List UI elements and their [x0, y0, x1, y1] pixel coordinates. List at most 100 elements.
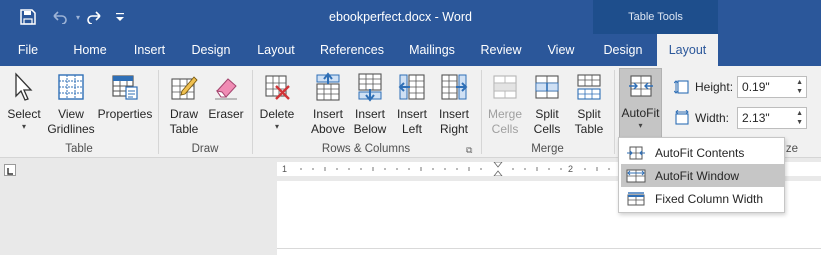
width-spinner-icon[interactable]: ▲ ▼ — [796, 109, 803, 127]
view-gridlines-button[interactable]: View Gridlines — [44, 70, 98, 140]
width-field[interactable]: 2.13" ▲ ▼ — [737, 107, 808, 129]
menu-item-autofit-contents[interactable]: AutoFit Contents — [621, 141, 784, 164]
fixed-column-width-icon — [625, 190, 647, 208]
tab-table-design[interactable]: Design — [597, 34, 649, 66]
chevron-down-icon: ▾ — [274, 122, 279, 131]
insert-right-label-2: Right — [439, 122, 468, 136]
height-value: 0.19" — [742, 80, 770, 94]
split-cells-label-1: Split — [535, 107, 559, 121]
eraser-label: Eraser — [208, 107, 244, 121]
split-table-button[interactable]: Split Table — [568, 70, 610, 140]
height-label: Height: — [695, 80, 734, 94]
draw-table-button[interactable]: Draw Table — [162, 70, 206, 140]
ruler-mark: 1 — [282, 164, 287, 174]
insert-left-icon — [395, 70, 429, 104]
chevron-down-icon: ▾ — [21, 122, 26, 131]
table-properties-icon — [108, 70, 142, 104]
split-cells-button[interactable]: Split Cells — [527, 70, 567, 140]
ruler-mark: 2 — [568, 164, 573, 174]
merge-cells-label-1: Merge — [487, 107, 522, 121]
tab-references[interactable]: References — [316, 34, 388, 66]
properties-label: Properties — [97, 107, 153, 121]
group-divider — [158, 70, 159, 154]
tab-review[interactable]: Review — [476, 34, 526, 66]
draw-group-label: Draw — [191, 143, 219, 155]
group-divider — [481, 70, 482, 154]
tab-view[interactable]: View — [538, 34, 584, 66]
insert-below-label-1: Insert — [354, 107, 385, 121]
cell-size-group-label: ze — [785, 143, 799, 155]
tab-design[interactable]: Design — [186, 34, 236, 66]
split-table-label-1: Split — [577, 107, 601, 121]
tab-layout[interactable]: Layout — [250, 34, 302, 66]
tab-selector-icon[interactable] — [4, 164, 16, 176]
autofit-menu: AutoFit Contents AutoFit Window Fixed Co… — [618, 137, 785, 213]
delete-button[interactable]: Delete ▾ — [256, 70, 298, 140]
insert-above-label-2: Above — [310, 122, 346, 136]
menu-item-label: AutoFit Window — [655, 168, 740, 183]
row-height-icon — [674, 80, 689, 94]
select-cursor-icon — [7, 70, 41, 104]
group-divider — [252, 70, 253, 154]
eraser-icon — [209, 70, 243, 104]
insert-below-button[interactable]: Insert Below — [350, 70, 390, 140]
insert-below-icon — [353, 70, 387, 104]
height-spinner-icon[interactable]: ▲ ▼ — [796, 78, 803, 96]
draw-table-label-1: Draw — [169, 107, 198, 121]
merge-cells-icon — [488, 70, 522, 104]
window-title: ebookperfect.docx - Word — [329, 10, 472, 24]
group-divider — [614, 70, 615, 154]
tab-mailings[interactable]: Mailings — [401, 34, 463, 66]
select-label: Select — [7, 107, 41, 121]
insert-left-button[interactable]: Insert Left — [393, 70, 431, 140]
height-control: Height: 0.19" ▲ ▼ — [674, 76, 808, 98]
delete-label: Delete — [259, 107, 295, 121]
insert-right-label-1: Insert — [438, 107, 469, 121]
merge-cells-button[interactable]: Merge Cells — [485, 70, 525, 140]
delete-table-icon — [260, 70, 294, 104]
select-button[interactable]: Select ▾ — [4, 70, 44, 140]
insert-right-icon — [437, 70, 471, 104]
table-border-line — [277, 248, 821, 249]
view-gridlines-label-2: Gridlines — [47, 122, 95, 136]
view-gridlines-label-1: View — [58, 107, 84, 121]
insert-left-label-2: Left — [401, 122, 422, 136]
table-group-label: Table — [65, 143, 93, 155]
insert-above-button[interactable]: Insert Above — [308, 70, 348, 140]
autofit-icon — [624, 69, 658, 103]
tab-table-layout[interactable]: Layout — [657, 34, 718, 66]
menu-item-label: Fixed Column Width — [655, 191, 764, 206]
split-cells-icon — [530, 70, 564, 104]
tab-insert[interactable]: Insert — [127, 34, 172, 66]
insert-above-icon — [311, 70, 345, 104]
width-value: 2.13" — [742, 111, 770, 125]
eraser-button[interactable]: Eraser — [206, 70, 246, 140]
split-table-label-2: Table — [574, 122, 604, 136]
insert-below-label-2: Below — [353, 122, 387, 136]
merge-group-label: Merge — [531, 143, 564, 155]
dialog-launcher-icon[interactable]: ⧉ — [466, 145, 472, 156]
menu-item-fixed-column-width[interactable]: Fixed Column Width — [621, 187, 784, 210]
draw-table-icon — [167, 70, 201, 104]
autofit-button[interactable]: AutoFit ▾ — [619, 68, 662, 138]
autofit-label: AutoFit — [621, 106, 660, 120]
autofit-contents-icon — [625, 144, 647, 162]
menu-item-label: AutoFit Contents — [655, 145, 745, 160]
insert-left-label-1: Insert — [396, 107, 427, 121]
rows-columns-group-label: Rows & Columns — [321, 143, 411, 155]
height-field[interactable]: 0.19" ▲ ▼ — [737, 76, 808, 98]
menu-item-autofit-window[interactable]: AutoFit Window — [621, 164, 784, 187]
insert-right-button[interactable]: Insert Right — [434, 70, 474, 140]
insert-above-label-1: Insert — [312, 107, 343, 121]
properties-button[interactable]: Properties — [97, 70, 153, 140]
autofit-window-icon — [625, 167, 647, 185]
merge-cells-label-2: Cells — [491, 122, 519, 136]
column-width-icon — [675, 110, 689, 125]
split-table-icon — [572, 70, 606, 104]
draw-table-label-2: Table — [169, 122, 199, 136]
width-control: Width: 2.13" ▲ ▼ — [674, 107, 808, 129]
gridlines-icon — [54, 70, 88, 104]
tab-home[interactable]: Home — [66, 34, 114, 66]
width-label: Width: — [695, 111, 730, 125]
tab-file[interactable]: File — [8, 34, 48, 66]
